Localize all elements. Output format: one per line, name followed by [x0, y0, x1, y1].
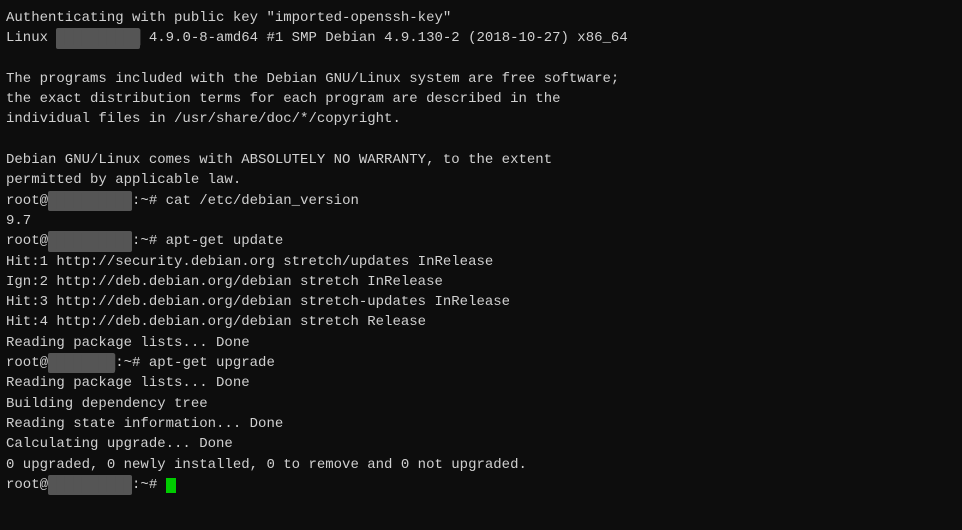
terminal-line: Debian GNU/Linux comes with ABSOLUTELY N…	[6, 150, 956, 170]
terminal-line: The programs included with the Debian GN…	[6, 69, 956, 89]
terminal-line: Reading package lists... Done	[6, 373, 956, 393]
prompt-text: root@██████████:~#	[6, 193, 166, 209]
redacted-hostname: ██████████	[56, 28, 140, 48]
terminal-line: Calculating upgrade... Done	[6, 434, 956, 454]
terminal-line: Ign:2 http://deb.debian.org/debian stret…	[6, 272, 956, 292]
prompt-text: root@██████████:~#	[6, 477, 166, 493]
terminal-cursor	[166, 478, 176, 493]
redacted-hostname: ██████████	[48, 191, 132, 211]
redacted-hostname: ████████	[48, 353, 115, 373]
terminal-line: Linux ██████████ 4.9.0-8-amd64 #1 SMP De…	[6, 28, 956, 48]
terminal-prompt-line: root@██████████:~# cat /etc/debian_versi…	[6, 191, 956, 211]
terminal-last-prompt-line[interactable]: root@██████████:~#	[6, 475, 956, 495]
terminal-line: Hit:1 http://security.debian.org stretch…	[6, 252, 956, 272]
terminal-line: Hit:4 http://deb.debian.org/debian stret…	[6, 312, 956, 332]
terminal-line: Reading package lists... Done	[6, 333, 956, 353]
redacted-hostname: ██████████	[48, 475, 132, 495]
terminal-line: permitted by applicable law.	[6, 170, 956, 190]
prompt-text: root@████████:~#	[6, 355, 149, 371]
terminal-prompt-line: root@██████████:~# apt-get update	[6, 231, 956, 251]
terminal-line: Hit:3 http://deb.debian.org/debian stret…	[6, 292, 956, 312]
terminal-line: 0 upgraded, 0 newly installed, 0 to remo…	[6, 455, 956, 475]
command-text: cat /etc/debian_version	[166, 193, 359, 209]
command-text: apt-get upgrade	[149, 355, 275, 371]
terminal-line: the exact distribution terms for each pr…	[6, 89, 956, 109]
terminal-prompt-line: root@████████:~# apt-get upgrade	[6, 353, 956, 373]
terminal-line: 9.7	[6, 211, 956, 231]
terminal-line: Reading state information... Done	[6, 414, 956, 434]
prompt-text: root@██████████:~#	[6, 233, 166, 249]
terminal-line-blank	[6, 49, 956, 69]
terminal-line-blank	[6, 130, 956, 150]
redacted-hostname: ██████████	[48, 231, 132, 251]
command-text: apt-get update	[166, 233, 284, 249]
terminal-line: Building dependency tree	[6, 394, 956, 414]
terminal-line: individual files in /usr/share/doc/*/cop…	[6, 109, 956, 129]
terminal-line: Authenticating with public key "imported…	[6, 8, 956, 28]
terminal: Authenticating with public key "imported…	[6, 8, 956, 522]
